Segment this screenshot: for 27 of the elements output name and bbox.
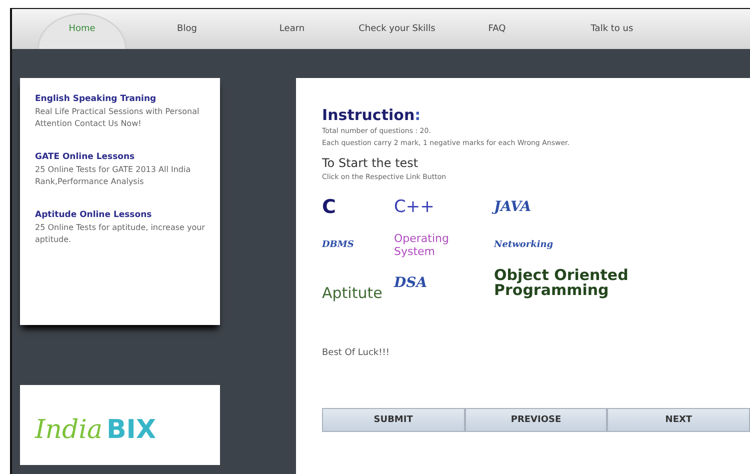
- nav-tab[interactable]: Talk to us: [542, 9, 682, 49]
- nav-tab[interactable]: Check your Skills: [342, 9, 452, 49]
- promo-link[interactable]: GATE Online Lessons: [35, 152, 208, 162]
- logo: India BIX: [35, 415, 156, 445]
- test-link[interactable]: Operating System: [394, 232, 464, 258]
- promo-text: 25 Online Tests for aptitude, increase your aptitude.: [35, 222, 206, 246]
- test-link[interactable]: Aptitute: [322, 284, 382, 302]
- nav-tab[interactable]: Blog: [132, 9, 242, 49]
- test-link[interactable]: JAVA: [494, 199, 532, 215]
- test-link[interactable]: DBMS: [322, 240, 354, 250]
- nav-button[interactable]: SUBMIT: [322, 408, 465, 432]
- nav-button[interactable]: NEXT: [607, 408, 750, 432]
- section-heading: To Start the test: [322, 156, 420, 170]
- instruction-heading: Instruction:: [322, 106, 422, 124]
- closing-text: Best Of Luck!!!: [322, 348, 390, 358]
- promo-link[interactable]: Aptitude Online Lessons: [35, 210, 208, 220]
- nav-button[interactable]: PREVIOSE: [464, 408, 608, 432]
- nav-tab[interactable]: FAQ: [452, 9, 542, 49]
- test-link[interactable]: DSA: [394, 275, 428, 291]
- promo-text: 25 Online Tests for GATE 2013 All India Rank,Performance Analysis: [35, 164, 192, 188]
- promo-text: Real Life Practical Sessions with Personal Attention Contact Us Now!: [35, 106, 200, 130]
- nav-tab[interactable]: Learn: [242, 9, 342, 49]
- test-link[interactable]: Object Oriented Programming: [494, 268, 684, 298]
- test-link[interactable]: C++: [394, 197, 434, 217]
- promo-link[interactable]: English Speaking Traning: [35, 94, 208, 104]
- test-link[interactable]: C: [322, 196, 336, 218]
- test-link[interactable]: Networking: [494, 240, 554, 250]
